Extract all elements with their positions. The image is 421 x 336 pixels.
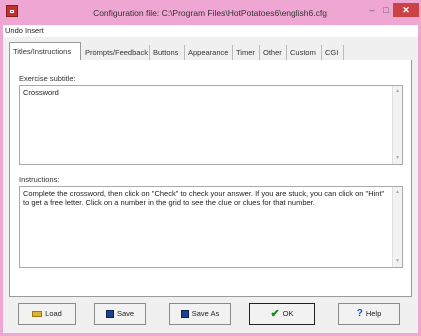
titles-instructions-panel: Exercise subtitle: Crossword ▲ ▼ Instruc… xyxy=(9,60,412,297)
tab-other[interactable]: Other xyxy=(260,45,287,60)
ok-button[interactable]: ✔ OK xyxy=(249,303,315,325)
load-button[interactable]: Load xyxy=(18,303,76,325)
subtitle-input[interactable]: Crossword ▲ ▼ xyxy=(19,85,403,165)
minimize-button[interactable]: – xyxy=(365,3,379,17)
tab-strip: Titles/Instructions Prompts/Feedback But… xyxy=(9,42,411,60)
instructions-input[interactable]: Complete the crossword, then click on "C… xyxy=(19,186,403,268)
help-icon: ? xyxy=(356,308,363,320)
instructions-scrollbar[interactable]: ▲ ▼ xyxy=(392,187,402,267)
save-as-label: Save As xyxy=(191,309,220,318)
menu-insert[interactable]: Insert xyxy=(25,26,44,35)
save-label: Save xyxy=(116,309,135,318)
instructions-value: Complete the crossword, then click on "C… xyxy=(23,189,385,207)
checkmark-icon: ✔ xyxy=(270,308,280,321)
save-button[interactable]: Save xyxy=(94,303,146,325)
instructions-label: Instructions: xyxy=(19,175,60,184)
help-button[interactable]: ? Help xyxy=(338,303,400,325)
title-bar[interactable]: Configuration file: C:\Program Files\Hot… xyxy=(0,0,421,25)
tab-buttons[interactable]: Buttons xyxy=(150,45,185,60)
tab-appearance[interactable]: Appearance xyxy=(185,45,233,60)
scroll-up-icon[interactable]: ▲ xyxy=(395,188,400,197)
app-icon xyxy=(6,5,18,17)
config-window: Configuration file: C:\Program Files\Hot… xyxy=(0,0,421,336)
tab-timer[interactable]: Timer xyxy=(233,45,260,60)
subtitle-label: Exercise subtitle: xyxy=(19,74,76,83)
tab-titles-instructions[interactable]: Titles/Instructions xyxy=(9,42,81,60)
folder-icon xyxy=(32,311,43,318)
maximize-button[interactable]: □ xyxy=(379,3,393,17)
save-as-button[interactable]: Save As xyxy=(169,303,231,325)
button-bar: Load Save Save As ✔ OK ? Help xyxy=(9,303,412,329)
floppy-disk-icon xyxy=(180,310,189,319)
tab-cgi[interactable]: CGI xyxy=(322,45,344,60)
tab-prompts-feedback[interactable]: Prompts/Feedback xyxy=(82,45,150,60)
ok-label: OK xyxy=(282,309,294,318)
load-label: Load xyxy=(45,309,62,318)
tab-custom[interactable]: Custom xyxy=(287,45,322,60)
help-label: Help xyxy=(365,309,382,318)
scroll-down-icon[interactable]: ▼ xyxy=(395,154,400,163)
scroll-up-icon[interactable]: ▲ xyxy=(395,87,400,96)
subtitle-scrollbar[interactable]: ▲ ▼ xyxy=(392,86,402,164)
scroll-down-icon[interactable]: ▼ xyxy=(395,257,400,266)
floppy-disk-icon xyxy=(105,310,114,319)
dialog-client: Titles/Instructions Prompts/Feedback But… xyxy=(3,37,418,333)
menu-bar: Undo Insert xyxy=(3,25,418,37)
window-title: Configuration file: C:\Program Files\Hot… xyxy=(93,8,327,18)
close-button[interactable]: ✕ xyxy=(393,3,419,17)
subtitle-value: Crossword xyxy=(23,88,59,97)
menu-undo[interactable]: Undo xyxy=(5,26,23,35)
